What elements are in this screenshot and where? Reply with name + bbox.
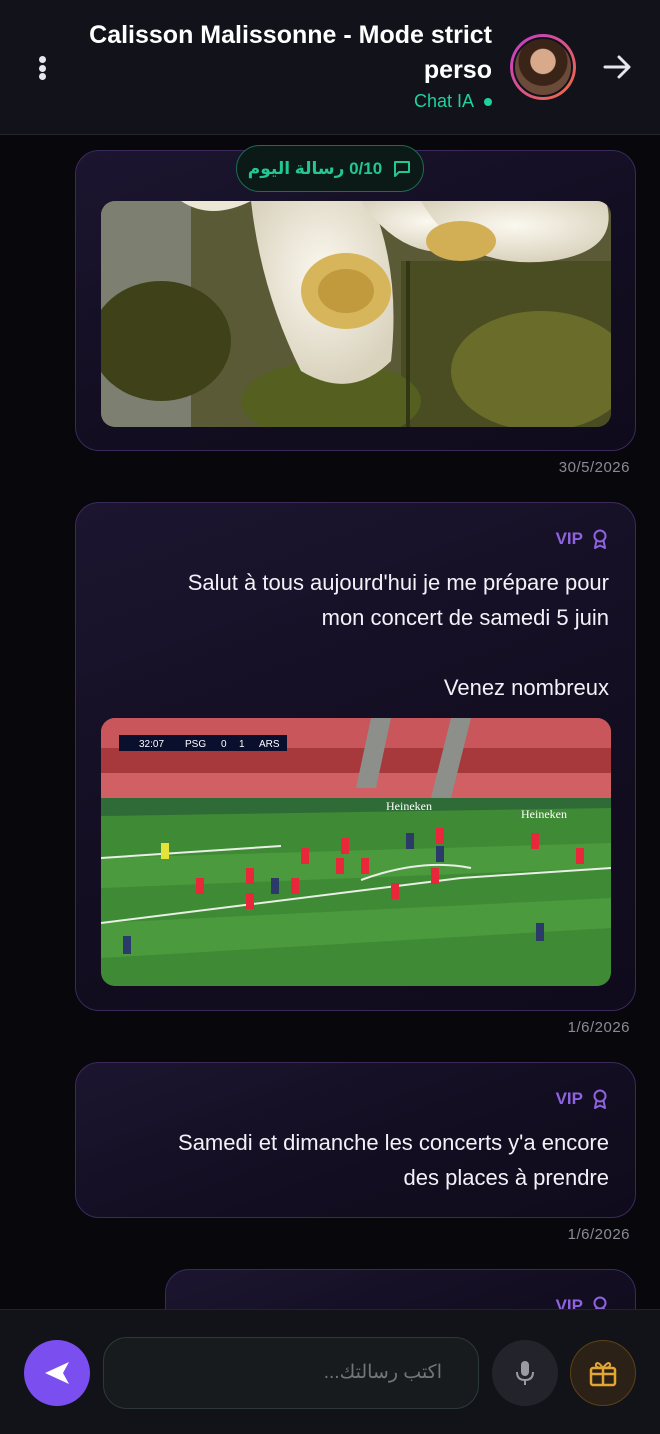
message-text: Salut à tous aujourd'hui je me prépare p… [187,570,609,700]
gift-icon [589,1362,617,1387]
counter-text: 0/10 رسالة اليوم [247,158,383,178]
ad-board-text: Heineken [521,807,567,821]
send-icon [45,1362,69,1384]
score-away: ARS [259,739,280,750]
message-timestamp: 1/6/2026 [567,1226,630,1243]
ad-board-text: Heineken [386,799,432,813]
message-input[interactable] [103,1337,479,1409]
score-home-goals: 0 [221,739,227,750]
online-dot-icon [484,97,492,106]
score-time: 32:07 [139,739,164,750]
message-timestamp: 30/5/2026 [558,459,630,476]
chat-status: Chat IA [414,91,492,112]
arrow-right-icon[interactable] [600,50,634,84]
more-options-icon[interactable] [28,52,56,84]
status-label: Chat IA [413,91,474,111]
send-button[interactable] [24,1340,90,1406]
football-match-photo[interactable]: 32:07 PSG 0 1 ARS Heineken Heineken [101,718,611,986]
flower-photo[interactable] [101,201,611,427]
award-icon [593,1089,607,1109]
message-square-icon [394,160,411,177]
message-bubble: VIP Salut à tous aujourd'hui je me prépa… [75,502,636,1011]
message-timestamp: 1/6/2026 [567,1019,630,1036]
vip-badge: VIP [556,529,609,549]
chat-title: Calisson Malissonne - Mode strict perso [89,21,492,84]
microphone-icon [516,1361,534,1385]
message-bubble [75,150,636,451]
microphone-button[interactable] [492,1340,558,1406]
daily-message-counter: 0/10 رسالة اليوم [236,145,424,192]
score-away-goals: 1 [239,739,245,750]
message-bubble: VIP Samedi et dimanche les concerts y'a … [75,1062,636,1218]
avatar[interactable] [510,34,576,100]
chat-header: Calisson Malissonne - Mode strict perso … [0,0,660,135]
award-icon [593,529,607,549]
composer-bar [0,1309,660,1434]
score-home: PSG [185,739,206,750]
gift-button[interactable] [570,1340,636,1406]
message-text: Samedi et dimanche les concerts y'a enco… [178,1130,609,1190]
vip-badge: VIP [556,1089,609,1109]
